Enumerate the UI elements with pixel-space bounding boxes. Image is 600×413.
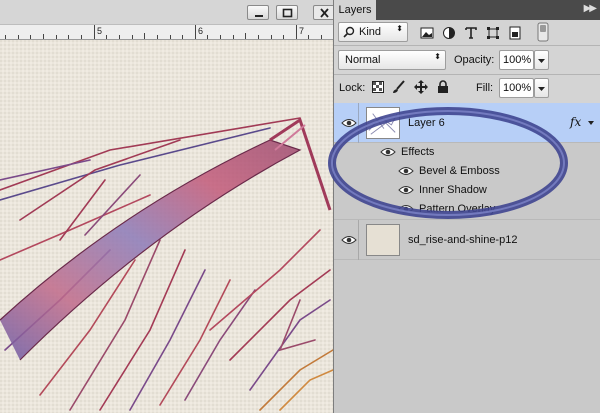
lock-label: Lock: [339,82,366,94]
dropdown-arrow-icon [538,59,545,63]
smart-object-filter-icon[interactable] [508,26,522,40]
shape-filter-icon[interactable] [486,26,500,40]
visibility-eye-icon[interactable] [398,204,414,214]
opacity-input[interactable]: 100% [499,50,534,70]
lock-move-icon[interactable] [414,80,428,94]
collapse-arrow-icon[interactable] [587,119,595,127]
visibility-eye-icon[interactable] [398,185,414,195]
spin-arrows-icon: ⬍ [434,52,441,61]
type-filter-icon[interactable] [464,26,478,40]
opacity-label: Opacity: [454,54,495,66]
layer-row-layer6[interactable]: Layer 6 fx [334,103,600,143]
lock-transparency-icon[interactable] [372,81,384,93]
blend-mode-dropdown[interactable]: Normal ⬍ [338,50,446,70]
effect-label: Bevel & Emboss [419,165,500,177]
filter-kind-label: Kind [359,26,382,38]
ruler-ticks [5,25,322,39]
ruler-label-7: 7 [299,26,305,36]
effects-label: Effects [401,146,435,158]
minimize-button[interactable] [247,5,269,20]
layer-row-background[interactable]: sd_rise-and-shine-p12 [334,220,600,260]
adjustment-filter-icon[interactable] [442,26,456,40]
maximize-icon [282,8,293,18]
close-button[interactable] [313,5,333,20]
document-canvas-area[interactable]: 5 6 7 [0,0,333,413]
opacity-dropdown-button[interactable] [534,50,549,70]
image-filter-icon[interactable] [420,26,434,40]
dropdown-arrow-icon [538,87,545,91]
effect-label: Inner Shadow [419,184,487,196]
layer6-thumbnail [366,107,400,139]
blend-mode-value: Normal [345,54,381,66]
fill-value: 100% [503,82,532,94]
opacity-value: 100% [503,54,532,66]
canvas-artwork [0,40,333,413]
panel-separator [334,45,600,46]
filter-kind-dropdown[interactable]: Kind ⬍ [338,22,408,42]
filter-toggle-icon[interactable] [537,22,549,42]
horizontal-ruler: 5 6 7 [0,25,333,40]
layer-name: Layer 6 [408,117,445,129]
fill-dropdown-button[interactable] [534,78,549,98]
ruler-label-5: 5 [97,26,103,36]
effect-label: Pattern Overlay [419,203,496,215]
document-titlebar [0,0,333,25]
effect-row-inner-shadow[interactable]: Inner Shadow [334,181,600,200]
layers-panel: Layers ▶▶ Kind ⬍ Normal ⬍ Opacity: 100% … [333,0,600,413]
visibility-eye-icon[interactable] [380,147,396,157]
panel-separator [334,74,600,75]
search-icon [343,26,355,38]
fill-input[interactable]: 100% [499,78,534,98]
row-divider [358,103,359,143]
panel-tab-bar: Layers ▶▶ [334,0,600,20]
visibility-eye-icon[interactable] [398,166,414,176]
row-divider [358,220,359,260]
layer-name: sd_rise-and-shine-p12 [408,234,518,246]
visibility-eye-icon[interactable] [341,118,357,128]
fill-label: Fill: [476,82,494,94]
layers-list[interactable]: Layer 6 fx Effects Bevel & Emboss Inner … [334,103,600,413]
minimize-icon [255,15,263,17]
background-thumbnail [366,224,400,256]
effects-row[interactable]: Effects [334,143,600,162]
lock-all-icon[interactable] [437,80,449,94]
effect-row-bevel-emboss[interactable]: Bevel & Emboss [334,162,600,181]
close-icon [320,8,329,18]
tab-layers[interactable]: Layers [334,0,376,20]
lock-brush-icon[interactable] [392,80,406,94]
ruler-label-6: 6 [198,26,204,36]
maximize-button[interactable] [276,5,298,20]
spin-arrows-icon: ⬍ [396,24,403,33]
double-chevron-icon[interactable]: ▶▶ [584,3,597,14]
fx-icon[interactable]: fx [570,115,581,129]
visibility-eye-icon[interactable] [341,235,357,245]
effect-row-pattern-overlay[interactable]: Pattern Overlay [334,200,600,220]
